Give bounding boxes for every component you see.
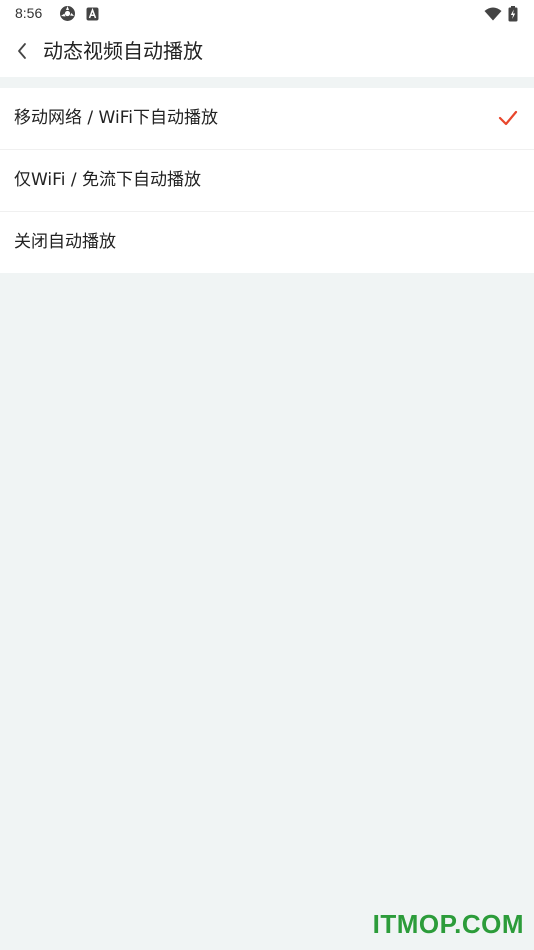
back-button[interactable] [8, 36, 36, 66]
a-badge-icon [85, 5, 99, 22]
settings-gear-icon [58, 5, 76, 22]
chevron-left-icon [18, 43, 26, 59]
option-label: 仅WiFi / 免流下自动播放 [14, 170, 201, 190]
wifi-icon [484, 5, 502, 22]
page-title: 动态视频自动播放 [43, 39, 203, 63]
options-list: 移动网络 / WiFi下自动播放 仅WiFi / 免流下自动播放 关闭自动播放 [0, 88, 534, 273]
option-mobile-and-wifi-autoplay[interactable]: 移动网络 / WiFi下自动播放 [0, 88, 534, 150]
nav-bar: 动态视频自动播放 [0, 28, 534, 77]
status-bar: 8:56 [0, 0, 534, 28]
option-label: 关闭自动播放 [14, 232, 116, 252]
check-icon [498, 110, 518, 126]
status-time: 8:56 [15, 5, 43, 21]
watermark-logo: ITMOP.COM [372, 909, 524, 939]
option-wifi-only-autoplay[interactable]: 仅WiFi / 免流下自动播放 [0, 150, 534, 212]
screen: 8:56 动态视频自动播放 移动网络 / WiFi下自动播放 仅WiFi / 免… [0, 0, 534, 950]
battery-charging-icon [507, 5, 519, 22]
option-label: 移动网络 / WiFi下自动播放 [14, 108, 218, 128]
option-disable-autoplay[interactable]: 关闭自动播放 [0, 212, 534, 273]
